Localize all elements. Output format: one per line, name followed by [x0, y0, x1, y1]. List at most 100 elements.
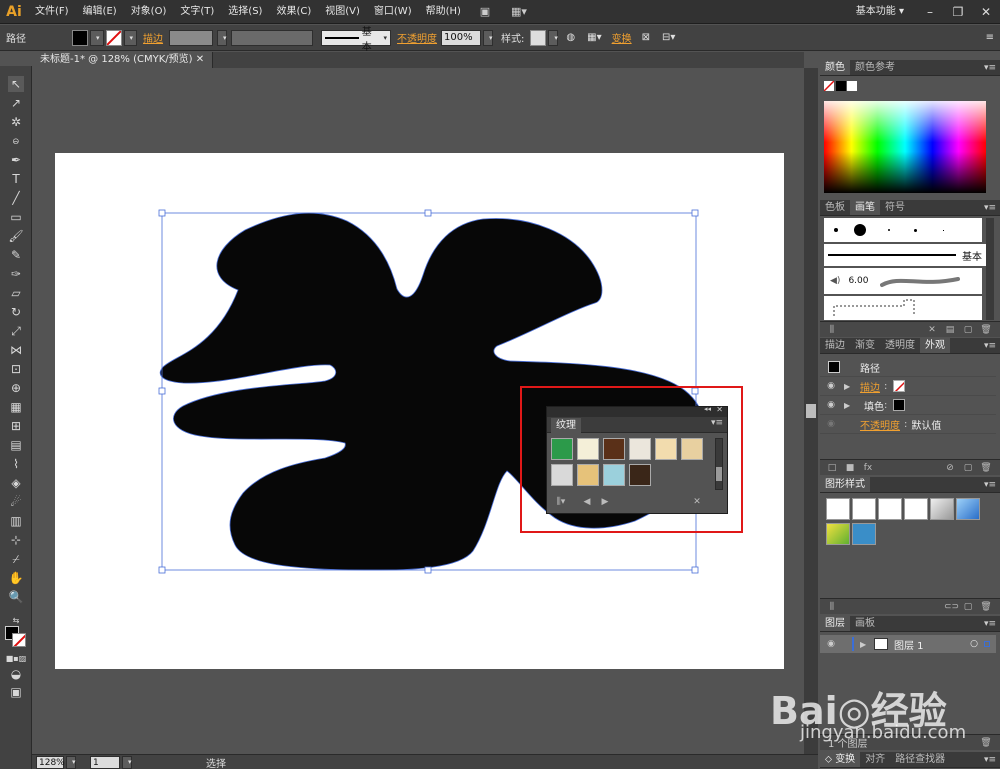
appearance-opacity-row[interactable]: ◉ 不透明度 : 默认值 [820, 415, 996, 434]
basic-brush-row[interactable]: 基本 [824, 244, 986, 266]
column-graph-tool-icon[interactable]: ▥ [8, 513, 24, 529]
tab-graphic-styles[interactable]: 图形样式 [820, 477, 870, 492]
close-icon[interactable]: ✕ [972, 0, 1000, 24]
delete-layer-icon[interactable]: 🗑 [980, 738, 992, 748]
tab-artboards[interactable]: 画板 [850, 616, 880, 631]
pencil-tool-icon[interactable]: ✎ [8, 247, 24, 263]
draw-mode-icon[interactable]: ◒ [8, 666, 24, 682]
slice-tool-icon[interactable]: ⌿ [8, 551, 24, 567]
graphic-style-swatch[interactable] [826, 523, 850, 545]
new-brush-icon[interactable]: ▢ [962, 325, 974, 335]
width-tool-icon[interactable]: ⋈ [8, 342, 24, 358]
expand-triangle-icon[interactable]: ▶ [844, 382, 854, 391]
brush-library-icon[interactable]: ⫼ [826, 325, 838, 335]
tab-swatches[interactable]: 色板 [820, 200, 850, 215]
tab-stroke[interactable]: 描边 [820, 338, 850, 353]
more-options-icon[interactable]: ⊟▾ [662, 32, 675, 43]
workspace-switcher[interactable]: 基本功能 ▾ [856, 0, 904, 24]
recolor-icon[interactable]: ◍ [566, 32, 575, 43]
delete-graphic-style-icon[interactable]: 🗑 [980, 602, 992, 612]
menu-view[interactable]: 视图(V) [318, 0, 367, 24]
duplicate-item-icon[interactable]: ▢ [962, 463, 974, 473]
stroke-dropdown[interactable]: ▾ [123, 29, 138, 46]
black-swatch[interactable] [836, 81, 846, 91]
pen-tool-icon[interactable]: ✒ [8, 152, 24, 168]
magic-wand-tool-icon[interactable]: ✲ [8, 114, 24, 130]
add-effect-icon[interactable]: fx [862, 463, 874, 473]
visibility-eye-icon[interactable]: ◉ [824, 419, 838, 429]
tab-transparency[interactable]: 透明度 [880, 338, 920, 353]
document-tab[interactable]: 未标题-1* @ 128% (CMYK/预览) ✕ [32, 52, 214, 68]
appearance-stroke-row[interactable]: ◉ ▶ 描边 : [820, 377, 996, 396]
variable-width-profile[interactable] [231, 29, 314, 46]
menu-file[interactable]: 文件(F) [28, 0, 76, 24]
perspective-grid-tool-icon[interactable]: ▦ [8, 399, 24, 415]
shape-builder-tool-icon[interactable]: ⊕ [8, 380, 24, 396]
lasso-tool-icon[interactable]: ဓ [8, 133, 24, 149]
graphic-style-swatch[interactable] [930, 498, 954, 520]
appearance-fill-row[interactable]: ◉ ▶ 填色 : [820, 396, 996, 415]
selection-tool-icon[interactable]: ↖ [8, 76, 24, 92]
gradient-tool-icon[interactable]: ▤ [8, 437, 24, 453]
menu-window[interactable]: 窗口(W) [367, 0, 419, 24]
tab-color-guide[interactable]: 颜色参考 [850, 60, 900, 75]
layers-panel-menu-icon[interactable]: ▾≡ [984, 616, 996, 632]
stroke-weight-field[interactable] [169, 29, 214, 46]
minimize-icon[interactable]: – [916, 0, 944, 24]
artboard-number-field[interactable]: 1 [90, 755, 120, 769]
brush-dot[interactable] [888, 229, 890, 231]
opacity-dropdown[interactable]: ▾ [483, 29, 494, 46]
graphic-style-swatch[interactable] [904, 498, 928, 520]
graphic-style-swatch[interactable] [852, 498, 876, 520]
graphic-style-swatch[interactable] [826, 498, 850, 520]
graphic-style-swatch[interactable] [852, 523, 876, 545]
color-spectrum[interactable] [824, 101, 986, 193]
bridge-icon[interactable]: ▣ [474, 3, 496, 21]
mesh-tool-icon[interactable]: ⊞ [8, 418, 24, 434]
layer-target-icon[interactable]: ○ [970, 639, 978, 649]
fill-black-swatch[interactable] [893, 399, 906, 411]
close-tab-icon[interactable]: ✕ [196, 54, 204, 65]
break-link-icon[interactable]: ⊂⊃ [944, 602, 959, 612]
layer-expand-icon[interactable]: ▶ [860, 640, 870, 649]
delete-brush-icon[interactable]: 🗑 [980, 325, 992, 335]
stroke-swatch[interactable] [105, 29, 122, 46]
graphic-style-swatch[interactable] [956, 498, 980, 520]
dashed-brush-row[interactable] [824, 296, 982, 320]
tab-color[interactable]: 颜色 [820, 60, 850, 75]
new-graphic-style-icon[interactable]: ▢ [962, 602, 974, 612]
graphic-style-library-icon[interactable]: ⫼ [826, 602, 838, 612]
none-swatch[interactable] [824, 81, 834, 91]
brush-dot[interactable] [943, 229, 944, 231]
artboard-dropdown[interactable]: ▾ [122, 755, 132, 769]
eraser-tool-icon[interactable]: ▱ [8, 285, 24, 301]
hand-tool-icon[interactable]: ✋ [8, 570, 24, 586]
tab-transform[interactable]: ⬦ 变换 [820, 752, 861, 767]
transform-link[interactable]: 变换 [612, 30, 632, 45]
brush-dot[interactable] [914, 228, 917, 232]
appearance-stroke-link[interactable]: 描边 [860, 379, 880, 394]
fill-dropdown[interactable]: ▾ [90, 29, 104, 46]
expand-triangle-icon[interactable]: ▶ [844, 401, 854, 410]
graphic-styles-menu-icon[interactable]: ▾≡ [984, 477, 996, 493]
free-transform-tool-icon[interactable]: ⊡ [8, 361, 24, 377]
brush-panel-menu-icon[interactable]: ▾≡ [984, 200, 996, 216]
zoom-dropdown[interactable]: ▾ [66, 755, 76, 769]
brush-options-icon[interactable]: ▤ [944, 325, 956, 335]
stroke-none-swatch[interactable] [893, 380, 906, 392]
blob-brush-tool-icon[interactable]: ✑ [8, 266, 24, 282]
zoom-tool-icon[interactable]: 🔍 [8, 589, 24, 605]
brush-definition-dropdown[interactable]: 基本 ▾ [321, 27, 392, 53]
color-mode-icons[interactable]: ■▪▨ [6, 650, 27, 666]
tab-brushes[interactable]: 画笔 [850, 200, 880, 215]
layer-row[interactable]: ◉ ▶ 图层 1 ○ [820, 635, 996, 653]
appearance-panel-menu-icon[interactable]: ▾≡ [984, 338, 996, 354]
direct-selection-tool-icon[interactable]: ↗ [8, 95, 24, 111]
remove-brush-stroke-icon[interactable]: ✕ [926, 325, 938, 335]
screen-mode-icon[interactable]: ▣ [8, 684, 24, 700]
stroke-link[interactable]: 描边 [143, 30, 163, 45]
menu-edit[interactable]: 编辑(E) [76, 0, 124, 24]
tab-pathfinder[interactable]: 路径查找器 [890, 752, 950, 767]
menu-object[interactable]: 对象(O) [124, 0, 174, 24]
control-panel-menu-icon[interactable]: ≡ [986, 32, 994, 43]
